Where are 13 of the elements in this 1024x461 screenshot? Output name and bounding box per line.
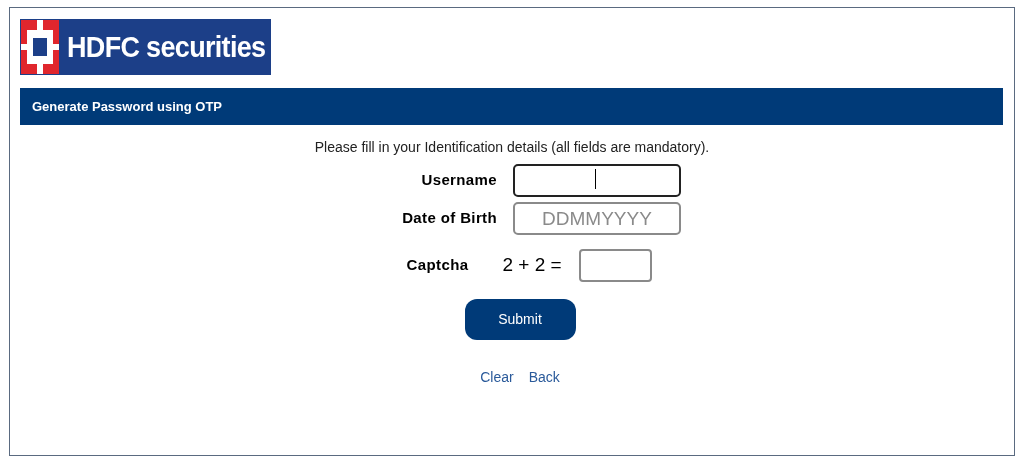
field-label: Captcha <box>405 255 470 276</box>
captcha-input[interactable] <box>578 249 652 282</box>
input-field[interactable] <box>513 164 681 197</box>
submit-button[interactable]: Submit <box>464 299 576 340</box>
captcha-question: 2 + 2 = <box>502 253 562 278</box>
header-title: Generate Password using OTP <box>32 97 222 116</box>
logo-text: HDFC securities <box>67 29 266 66</box>
field-label: Date of Birth <box>401 208 498 229</box>
instructions-text: Please fill in your Identification details (all fields are mandatory). <box>313 138 711 157</box>
text-link[interactable]: Back <box>528 367 560 388</box>
text-link[interactable]: Clear <box>480 367 514 388</box>
input-field[interactable]: DDMMYYYY <box>513 202 681 235</box>
field-label: Username <box>420 170 498 191</box>
